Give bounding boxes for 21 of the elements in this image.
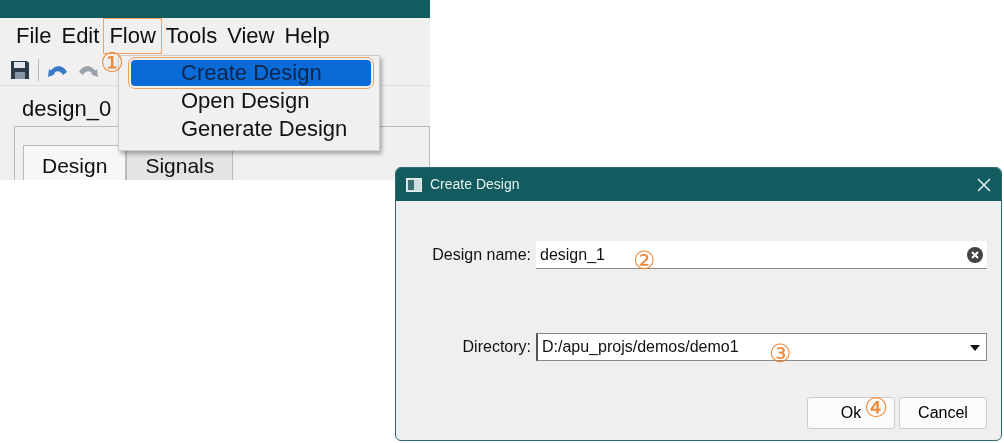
dialog-button[interactable]: Cancel [899,397,987,429]
menu-item[interactable]: Tools [160,19,223,53]
menu-item[interactable]: Open Design [131,88,371,114]
clear-icon[interactable] [967,247,983,264]
menu-item[interactable]: Edit [56,19,105,53]
close-icon[interactable] [977,178,991,193]
field-label: Directory: [461,337,531,357]
menu-item[interactable]: File [11,19,57,53]
menu-item[interactable]: Flow [104,19,161,53]
menu-item[interactable]: Help [279,19,335,53]
directory-dropdown[interactable]: D:/apu_projs/demos/demo1 ③ [536,333,987,361]
menu-item[interactable]: View [222,19,280,53]
field-label: Design name: [431,245,531,265]
window-title: Create Design [430,175,521,194]
save-icon[interactable] [10,59,30,80]
input-field[interactable]: design_1 ② [536,241,987,269]
tab[interactable]: Design [23,145,127,180]
step-marker: ① [100,50,124,77]
menu-item[interactable]: Generate Design [131,116,371,142]
window-icon [406,177,422,192]
step-marker: ④ [864,395,888,422]
